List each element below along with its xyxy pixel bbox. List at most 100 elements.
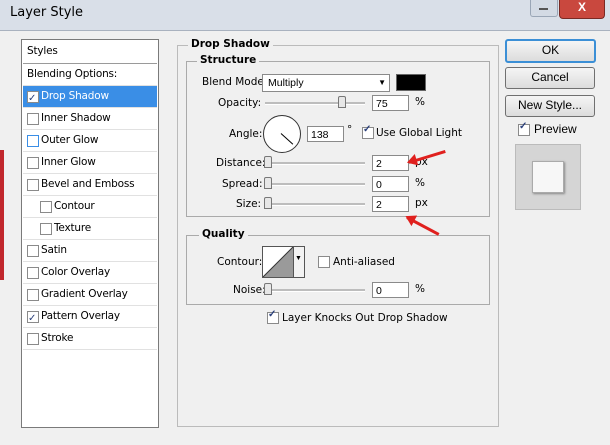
opacity-input[interactable]: 75 xyxy=(372,95,409,111)
quality-group: Quality xyxy=(186,228,490,305)
styles-item-label: Inner Glow xyxy=(41,156,96,168)
styles-checkbox-gradient-overlay[interactable] xyxy=(27,289,39,301)
styles-item-label: Pattern Overlay xyxy=(41,310,120,322)
title-bar: Layer Style X xyxy=(0,0,610,31)
styles-item-inner-glow[interactable]: Inner Glow xyxy=(23,152,157,174)
size-unit: px xyxy=(415,197,428,209)
opacity-label: Opacity: xyxy=(218,97,262,109)
styles-item-texture[interactable]: Texture xyxy=(23,218,157,240)
preview-checkbox[interactable] xyxy=(518,121,530,136)
close-button[interactable]: X xyxy=(559,0,605,19)
styles-item-pattern-overlay[interactable]: Pattern Overlay xyxy=(23,306,157,329)
angle-unit: ° xyxy=(347,124,353,136)
distance-slider-thumb[interactable] xyxy=(264,156,272,168)
styles-item-label: Satin xyxy=(41,244,67,256)
styles-checkbox-stroke[interactable] xyxy=(27,333,39,345)
styles-item-satin[interactable]: Satin xyxy=(23,240,157,262)
contour-preview[interactable] xyxy=(262,246,294,278)
blend-mode-value: Multiply xyxy=(268,77,304,89)
styles-list: Styles Blending Options: DefaultDrop Sha… xyxy=(21,39,159,428)
styles-item-outer-glow[interactable]: Outer Glow xyxy=(23,130,157,152)
chevron-down-icon: ▼ xyxy=(378,78,386,87)
spread-input[interactable]: 0 xyxy=(372,176,409,192)
styles-item-gradient-overlay[interactable]: Gradient Overlay xyxy=(23,284,157,306)
noise-slider-thumb[interactable] xyxy=(264,283,272,295)
noise-slider-track[interactable] xyxy=(265,289,365,292)
styles-item-color-overlay[interactable]: Color Overlay xyxy=(23,262,157,284)
drop-shadow-title: Drop Shadow xyxy=(188,38,273,50)
knockout-label: Layer Knocks Out Drop Shadow xyxy=(282,312,448,324)
quality-title: Quality xyxy=(199,228,248,240)
chevron-down-icon: ▼ xyxy=(295,255,302,262)
styles-checkbox-pattern-overlay[interactable] xyxy=(27,308,39,329)
window-title: Layer Style xyxy=(10,5,84,20)
spread-label: Spread: xyxy=(222,178,263,190)
styles-item-blending-options-default[interactable]: Blending Options: Default xyxy=(23,64,157,101)
contour-curve-icon xyxy=(263,247,293,277)
knockout-checkbox[interactable] xyxy=(267,309,279,324)
styles-item-label: Texture xyxy=(54,222,92,234)
noise-unit: % xyxy=(415,283,425,295)
styles-item-contour[interactable]: Contour xyxy=(23,196,157,218)
styles-checkbox-inner-glow[interactable] xyxy=(27,157,39,169)
angle-dial-needle xyxy=(280,133,294,145)
styles-item-drop-shadow[interactable]: Drop Shadow xyxy=(23,86,157,109)
spread-slider-thumb[interactable] xyxy=(264,177,272,189)
styles-item-label: Outer Glow xyxy=(41,134,99,146)
styles-item-label: Inner Shadow xyxy=(41,112,111,124)
angle-dial[interactable] xyxy=(263,115,301,153)
new-style-button[interactable]: New Style... xyxy=(505,95,595,117)
contour-dropdown-button[interactable]: ▼ xyxy=(293,246,305,278)
structure-title: Structure xyxy=(197,54,260,66)
anti-aliased-checkbox[interactable] xyxy=(318,256,330,268)
size-input[interactable]: 2 xyxy=(372,196,409,212)
styles-header: Styles xyxy=(23,40,157,64)
shadow-color-swatch[interactable] xyxy=(396,74,426,91)
size-slider-thumb[interactable] xyxy=(264,197,272,209)
opacity-unit: % xyxy=(415,96,425,108)
styles-checkbox-color-overlay[interactable] xyxy=(27,267,39,279)
distance-input[interactable]: 2 xyxy=(372,155,409,171)
styles-item-label: Color Overlay xyxy=(41,266,110,278)
styles-checkbox-drop-shadow[interactable] xyxy=(27,88,39,109)
styles-checkbox-satin[interactable] xyxy=(27,245,39,257)
minimize-button[interactable] xyxy=(530,0,558,17)
cancel-button[interactable]: Cancel xyxy=(505,67,595,89)
size-slider-track[interactable] xyxy=(265,203,365,206)
spread-slider-track[interactable] xyxy=(265,183,365,186)
background-stripe xyxy=(0,150,4,280)
preview-label: Preview xyxy=(534,122,577,136)
angle-label: Angle: xyxy=(229,128,263,140)
styles-item-bevel-and-emboss[interactable]: Bevel and Emboss xyxy=(23,174,157,196)
styles-item-label: Gradient Overlay xyxy=(41,288,128,300)
opacity-slider-track[interactable] xyxy=(265,102,365,105)
noise-label: Noise: xyxy=(233,284,266,296)
styles-item-inner-shadow[interactable]: Inner Shadow xyxy=(23,108,157,130)
styles-checkbox-outer-glow[interactable] xyxy=(27,135,39,147)
size-label: Size: xyxy=(236,198,262,210)
styles-checkbox-inner-shadow[interactable] xyxy=(27,113,39,125)
styles-item-stroke[interactable]: Stroke xyxy=(23,328,157,350)
styles-item-label: Stroke xyxy=(41,332,74,344)
blend-mode-label: Blend Mode: xyxy=(202,76,268,88)
anti-aliased-label: Anti-aliased xyxy=(333,256,395,268)
styles-item-label: Drop Shadow xyxy=(41,90,109,102)
opacity-slider-thumb[interactable] xyxy=(338,96,346,108)
styles-checkbox-texture[interactable] xyxy=(40,223,52,235)
styles-item-label: Contour xyxy=(54,200,95,212)
noise-input[interactable]: 0 xyxy=(372,282,409,298)
angle-input[interactable]: 138 xyxy=(307,126,344,142)
styles-checkbox-bevel-and-emboss[interactable] xyxy=(27,179,39,191)
preview-swatch xyxy=(532,161,564,193)
blend-mode-select[interactable]: Multiply ▼ xyxy=(262,74,390,92)
styles-item-label: Bevel and Emboss xyxy=(41,178,135,190)
styles-checkbox-contour[interactable] xyxy=(40,201,52,213)
contour-label: Contour: xyxy=(217,256,263,268)
preview-box xyxy=(515,144,581,210)
distance-slider-track[interactable] xyxy=(265,162,365,165)
use-global-light-checkbox[interactable] xyxy=(362,124,374,139)
spread-unit: % xyxy=(415,177,425,189)
distance-label: Distance: xyxy=(216,157,266,169)
ok-button[interactable]: OK xyxy=(505,39,596,63)
use-global-light-label: Use Global Light xyxy=(376,127,462,139)
